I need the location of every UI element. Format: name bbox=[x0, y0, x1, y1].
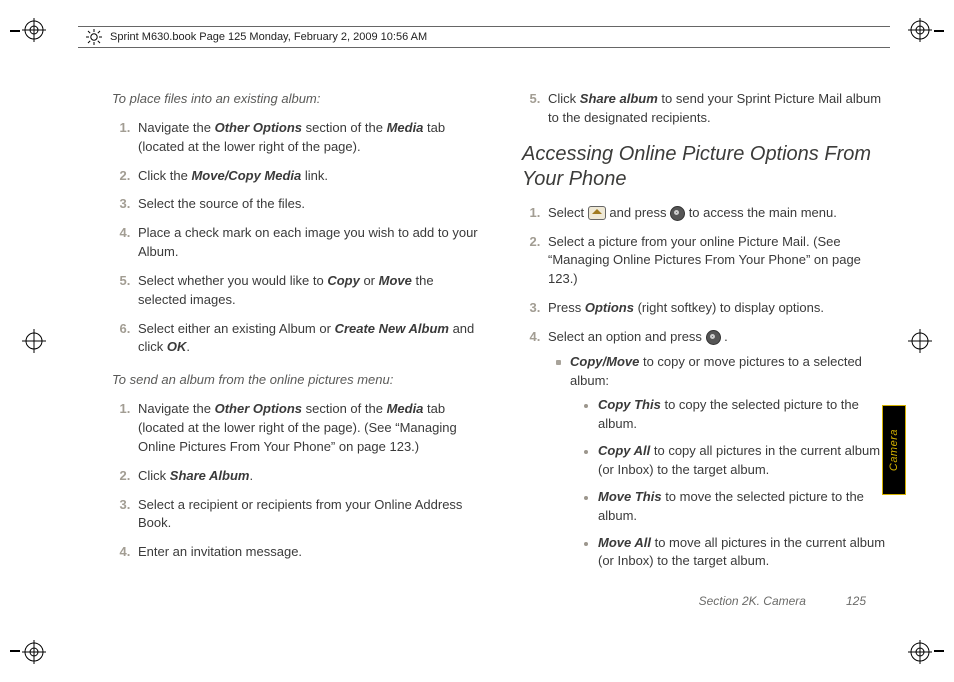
steps-list-1: Navigate the Other Options section of th… bbox=[112, 119, 482, 357]
menu-ok-key-icon bbox=[670, 206, 685, 221]
book-header: Sprint M630.book Page 125 Monday, Februa… bbox=[78, 26, 890, 48]
crop-mark-icon bbox=[10, 650, 20, 652]
steps-list-2-cont: Click Share album to send your Sprint Pi… bbox=[522, 90, 892, 128]
step: Navigate the Other Options section of th… bbox=[134, 119, 482, 157]
step: Click Share Album. bbox=[134, 467, 482, 486]
step: Select either an existing Album or Creat… bbox=[134, 320, 482, 358]
step: Select an option and press . Copy/Move t… bbox=[544, 328, 892, 571]
home-key-icon bbox=[588, 206, 606, 220]
book-header-text: Sprint M630.book Page 125 Monday, Februa… bbox=[110, 31, 427, 43]
step: Place a check mark on each image you wis… bbox=[134, 224, 482, 262]
step: Click the Move/Copy Media link. bbox=[134, 167, 482, 186]
page-body: To place files into an existing album: N… bbox=[112, 90, 892, 600]
step: Click Share album to send your Sprint Pi… bbox=[544, 90, 892, 128]
list-item: Copy This to copy the selected picture t… bbox=[584, 396, 892, 434]
crosshair-icon bbox=[908, 329, 932, 353]
instruction-heading: To place files into an existing album: bbox=[112, 90, 482, 109]
register-mark-icon bbox=[22, 640, 46, 664]
list-item: Move All to move all pictures in the cur… bbox=[584, 534, 892, 572]
steps-list-2: Navigate the Other Options section of th… bbox=[112, 400, 482, 562]
crop-mark-icon bbox=[10, 30, 20, 32]
left-column: To place files into an existing album: N… bbox=[112, 90, 482, 600]
list-item: Copy/Move to copy or move pictures to a … bbox=[556, 353, 892, 571]
sub-options: Copy/Move to copy or move pictures to a … bbox=[548, 353, 892, 571]
section-heading: Accessing Online Picture Options From Yo… bbox=[522, 142, 892, 192]
step: Select a picture from your online Pictur… bbox=[544, 233, 892, 290]
sub-sub-options: Copy This to copy the selected picture t… bbox=[570, 396, 892, 571]
step: Select a recipient or recipients from yo… bbox=[134, 496, 482, 534]
step: Navigate the Other Options section of th… bbox=[134, 400, 482, 457]
steps-list-3: Select and press to access the main menu… bbox=[522, 204, 892, 572]
framemaker-sun-icon bbox=[86, 29, 102, 45]
right-column: Click Share album to send your Sprint Pi… bbox=[522, 90, 892, 600]
crop-mark-icon bbox=[934, 30, 944, 32]
step: Press Options (right softkey) to display… bbox=[544, 299, 892, 318]
register-mark-icon bbox=[22, 18, 46, 42]
list-item: Copy All to copy all pictures in the cur… bbox=[584, 442, 892, 480]
section-tab: Camera bbox=[882, 405, 906, 495]
register-mark-icon bbox=[908, 640, 932, 664]
step: Enter an invitation message. bbox=[134, 543, 482, 562]
section-tab-label: Camera bbox=[888, 429, 900, 471]
footer-section: Section 2K. Camera bbox=[699, 594, 806, 608]
step: Select the source of the files. bbox=[134, 195, 482, 214]
register-mark-icon bbox=[908, 18, 932, 42]
instruction-heading: To send an album from the online picture… bbox=[112, 371, 482, 390]
page-footer: Section 2K. Camera 125 bbox=[699, 594, 866, 608]
menu-ok-key-icon bbox=[706, 330, 721, 345]
footer-page-number: 125 bbox=[846, 594, 866, 608]
step: Select and press to access the main menu… bbox=[544, 204, 892, 223]
crop-mark-icon bbox=[934, 650, 944, 652]
step: Select whether you would like to Copy or… bbox=[134, 272, 482, 310]
crosshair-icon bbox=[22, 329, 46, 353]
list-item: Move This to move the selected picture t… bbox=[584, 488, 892, 526]
